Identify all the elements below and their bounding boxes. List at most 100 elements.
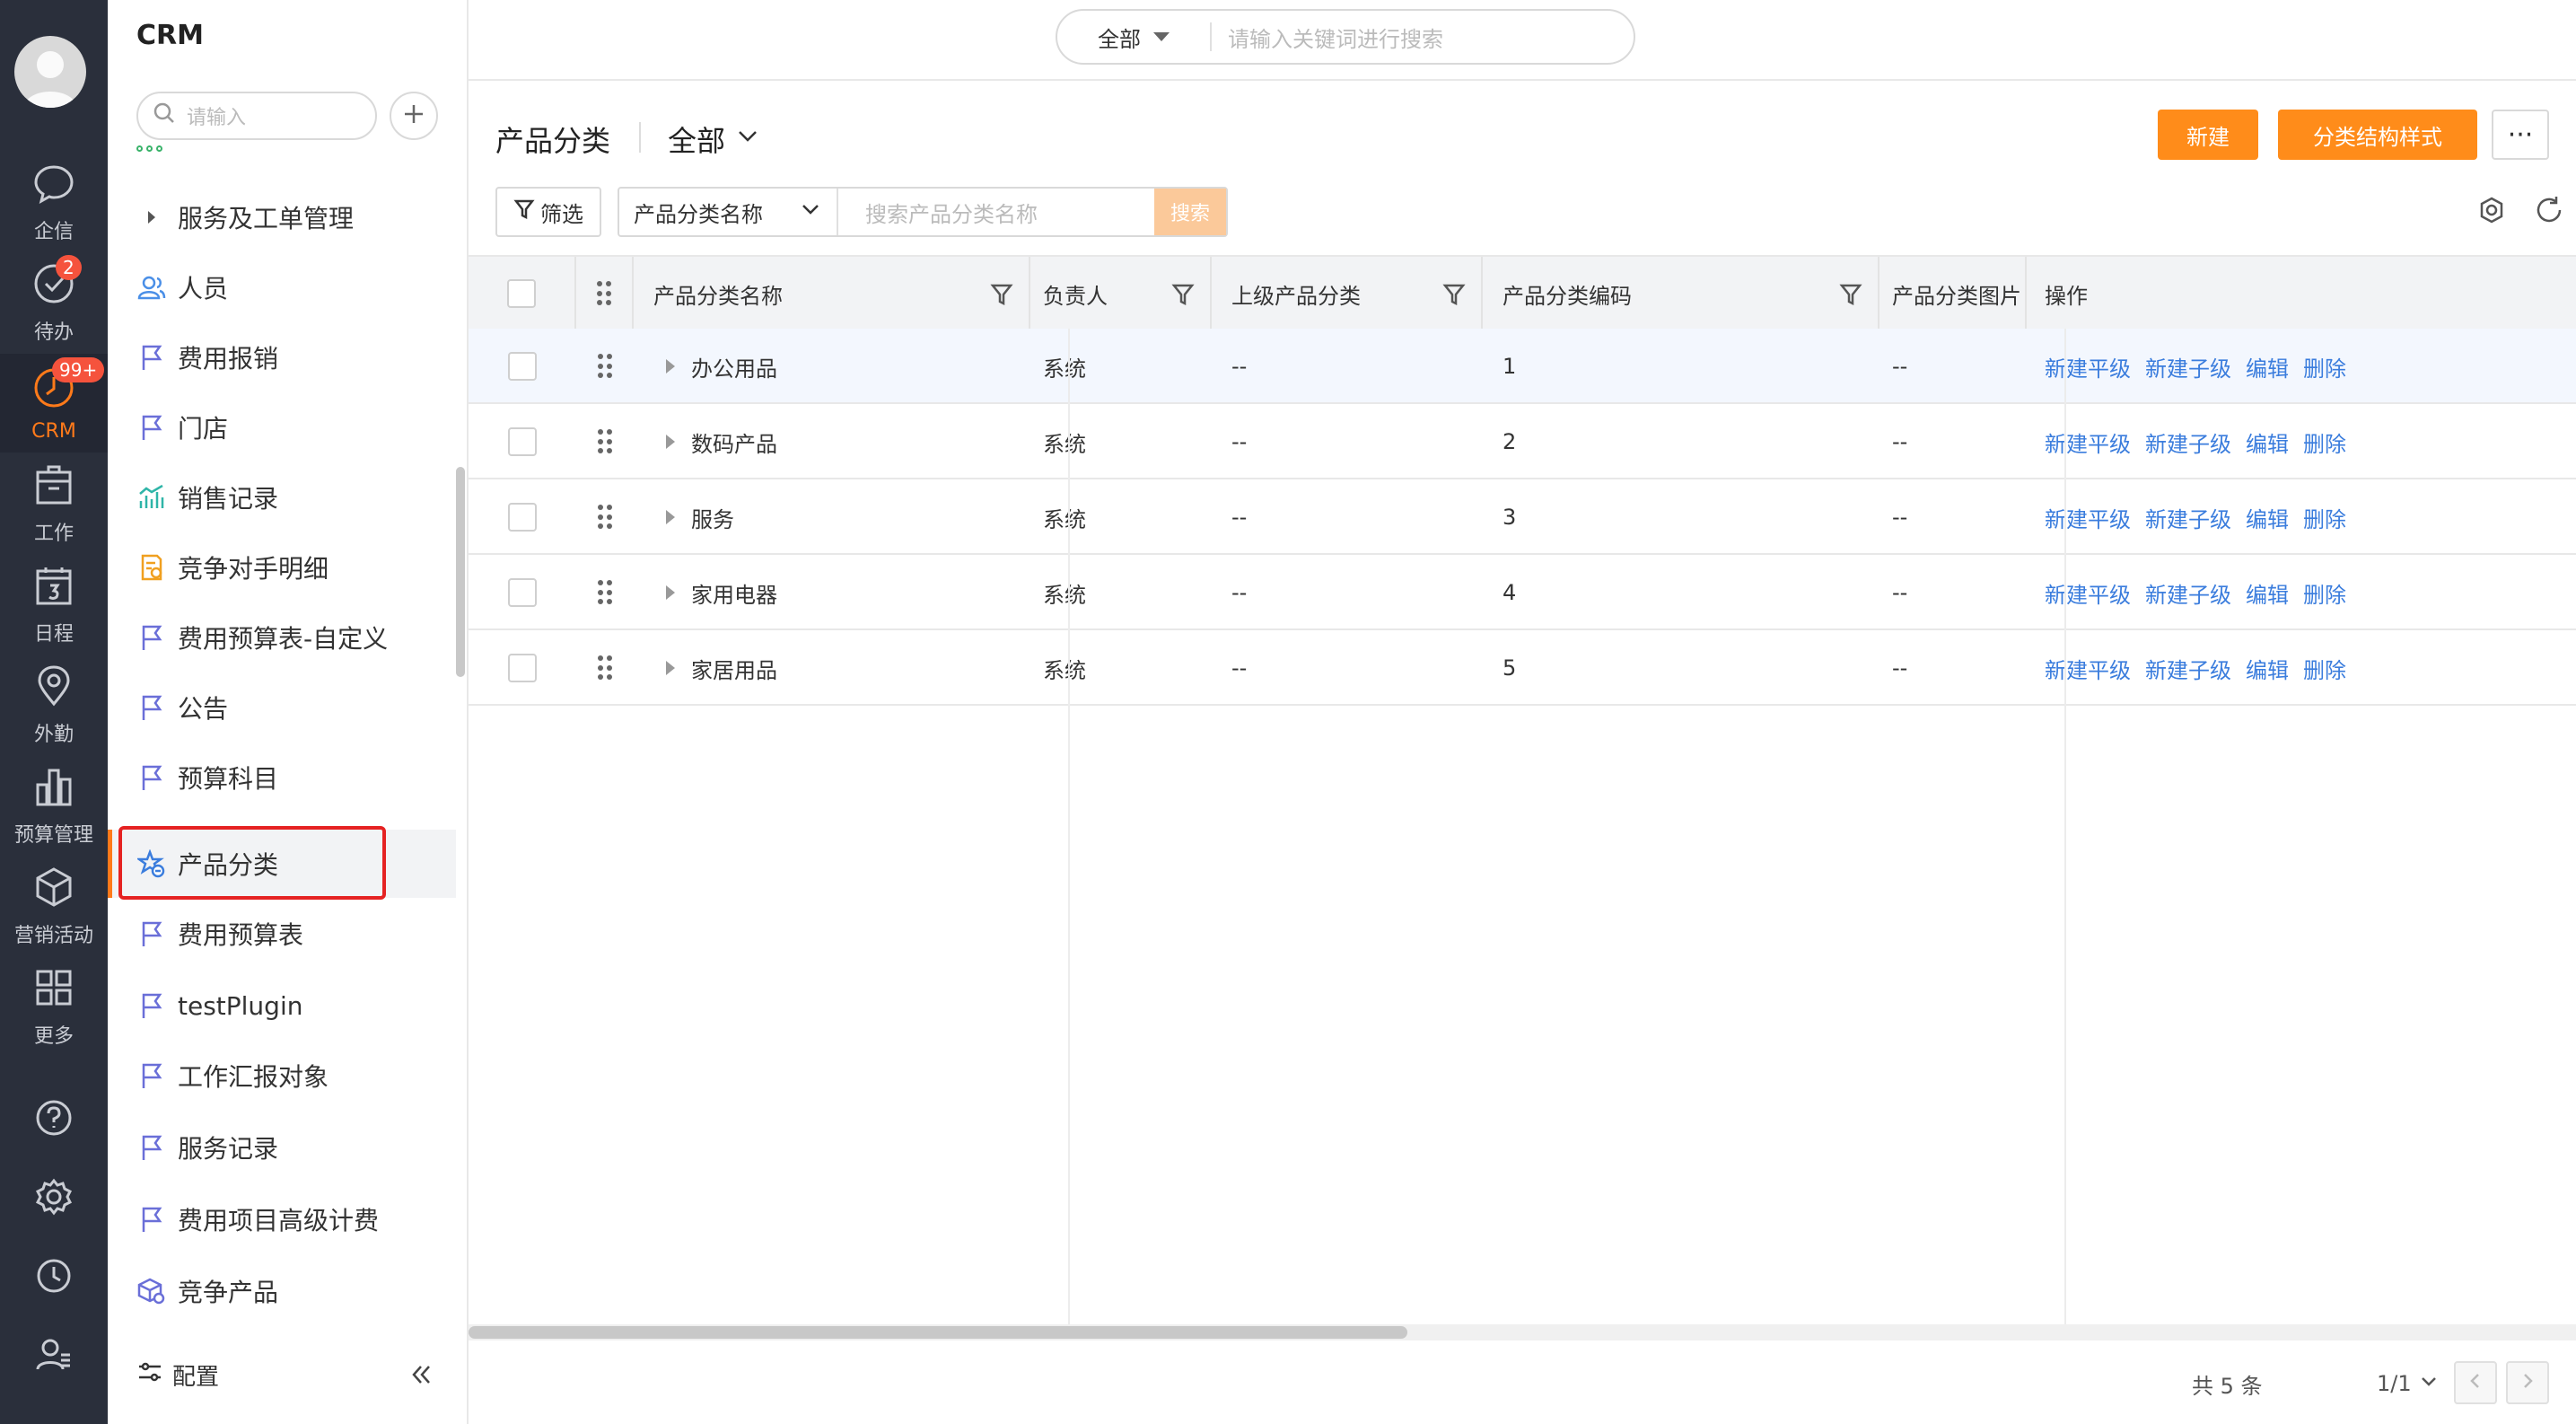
column-header-image[interactable]: 产品分类图片 <box>1879 257 2027 330</box>
sidebar-item-competitor-detail[interactable]: 竞争对手明细 <box>108 533 456 602</box>
new-child-link[interactable]: 新建子级 <box>2145 426 2231 458</box>
sidebar-item-people[interactable]: 人员 <box>108 253 456 321</box>
expand-row-icon[interactable] <box>666 435 675 449</box>
new-sibling-link[interactable]: 新建平级 <box>2045 502 2131 533</box>
global-search[interactable]: 全部 请输入关键词进行搜索 <box>1056 9 1635 65</box>
avatar[interactable] <box>14 36 86 108</box>
sidebar-item-service-record[interactable]: 服务记录 <box>108 1113 456 1182</box>
history-button[interactable] <box>0 1246 108 1309</box>
sidebar-config[interactable]: 配置 <box>108 1343 467 1406</box>
edit-link[interactable]: 编辑 <box>2246 577 2289 609</box>
more-button[interactable]: ··· <box>2492 110 2549 160</box>
sidebar-item-sales-record[interactable]: 销售记录 <box>108 463 456 532</box>
rail-item-work[interactable]: 工作 <box>0 454 108 553</box>
delete-link[interactable]: 删除 <box>2303 426 2346 458</box>
new-child-link[interactable]: 新建子级 <box>2145 351 2231 382</box>
new-sibling-link[interactable]: 新建平级 <box>2045 653 2131 684</box>
expand-row-icon[interactable] <box>666 661 675 675</box>
row-drag-cell[interactable] <box>576 404 634 479</box>
drag-handle-icon[interactable] <box>598 354 612 379</box>
delete-link[interactable]: 删除 <box>2303 502 2346 533</box>
rail-item-qixin[interactable]: 企信 <box>0 153 108 251</box>
rail-item-budget[interactable]: 预算管理 <box>0 756 108 855</box>
sidebar-item-budget-subject[interactable]: 预算科目 <box>108 743 456 812</box>
sidebar-item-testplugin[interactable]: testPlugin <box>108 971 456 1040</box>
column-filter-icon[interactable] <box>1838 282 1863 307</box>
drag-handle-icon[interactable] <box>598 505 612 530</box>
delete-link[interactable]: 删除 <box>2303 653 2346 684</box>
row-checkbox[interactable] <box>508 578 537 607</box>
settings-button[interactable] <box>0 1167 108 1230</box>
expand-row-icon[interactable] <box>666 510 675 524</box>
table-search-input[interactable]: 搜索产品分类名称 <box>838 197 1154 228</box>
column-filter-icon[interactable] <box>989 282 1014 307</box>
new-child-link[interactable]: 新建子级 <box>2145 502 2231 533</box>
horizontal-scrollbar[interactable] <box>469 1326 1407 1339</box>
filter-button[interactable]: 筛选 <box>495 187 601 237</box>
edit-link[interactable]: 编辑 <box>2246 653 2289 684</box>
column-header-code[interactable]: 产品分类编码 <box>1483 257 1879 330</box>
sidebar-item-report-target[interactable]: 工作汇报对象 <box>108 1042 456 1110</box>
rail-item-todo[interactable]: 待办 <box>0 253 108 352</box>
drag-handle-icon[interactable] <box>598 429 612 454</box>
sidebar-item-expense-advanced[interactable]: 费用项目高级计费 <box>108 1185 456 1253</box>
edit-link[interactable]: 编辑 <box>2246 426 2289 458</box>
row-drag-cell[interactable] <box>576 329 634 404</box>
search-scope-select[interactable]: 全部 <box>1057 22 1212 52</box>
table-row[interactable]: 服务 系统 -- 3 -- 新建平级 新建子级 编辑 删除 <box>469 479 2576 555</box>
column-header-name[interactable]: 产品分类名称 <box>634 257 1030 330</box>
page-select[interactable]: 1/1 <box>2377 1361 2439 1406</box>
sidebar-item-budget-custom[interactable]: 费用预算表-自定义 <box>108 603 456 672</box>
sidebar-item-product-category[interactable]: 产品分类 <box>108 830 456 898</box>
prev-page-button[interactable] <box>2454 1361 2497 1404</box>
refresh-button[interactable] <box>2533 194 2569 230</box>
collapse-sidebar-icon[interactable] <box>407 1361 434 1388</box>
delete-link[interactable]: 删除 <box>2303 351 2346 382</box>
new-sibling-link[interactable]: 新建平级 <box>2045 351 2131 382</box>
table-row[interactable]: 家用电器 系统 -- 4 -- 新建平级 新建子级 编辑 删除 <box>469 555 2576 630</box>
view-select[interactable]: 全部 <box>668 119 761 160</box>
sidebar-add-button[interactable] <box>390 92 438 140</box>
user-manage-button[interactable] <box>0 1325 108 1388</box>
search-field-select[interactable]: 产品分类名称 <box>619 189 838 235</box>
search-button[interactable]: 搜索 <box>1154 189 1226 235</box>
new-child-link[interactable]: 新建子级 <box>2145 653 2231 684</box>
drag-handle-icon[interactable] <box>598 655 612 681</box>
sidebar-scrollbar[interactable] <box>456 467 465 677</box>
sidebar-item-expense[interactable]: 费用报销 <box>108 323 456 391</box>
help-button[interactable] <box>0 1088 108 1151</box>
row-checkbox[interactable] <box>508 654 537 682</box>
row-checkbox[interactable] <box>508 503 537 532</box>
column-header-parent[interactable]: 上级产品分类 <box>1212 257 1483 330</box>
rail-item-schedule[interactable]: 日程 <box>0 555 108 654</box>
expand-row-icon[interactable] <box>666 359 675 374</box>
new-sibling-link[interactable]: 新建平级 <box>2045 577 2131 609</box>
drag-handle-icon[interactable] <box>598 580 612 605</box>
column-settings-button[interactable] <box>2475 194 2511 230</box>
edit-link[interactable]: 编辑 <box>2246 502 2289 533</box>
new-child-link[interactable]: 新建子级 <box>2145 577 2231 609</box>
expand-row-icon[interactable] <box>666 585 675 600</box>
row-checkbox[interactable] <box>508 427 537 456</box>
table-row[interactable]: 数码产品 系统 -- 2 -- 新建平级 新建子级 编辑 删除 <box>469 404 2576 479</box>
column-header-owner[interactable]: 负责人 <box>1030 257 1212 330</box>
sidebar-item-service-ticket[interactable]: 服务及工单管理 <box>108 183 456 251</box>
row-checkbox[interactable] <box>508 352 537 381</box>
row-drag-cell[interactable] <box>576 479 634 555</box>
sidebar-search-input[interactable]: 请输入 <box>136 92 377 140</box>
rail-item-field[interactable]: 外勤 <box>0 655 108 754</box>
table-row[interactable]: 家居用品 系统 -- 5 -- 新建平级 新建子级 编辑 删除 <box>469 630 2576 706</box>
new-button[interactable]: 新建 <box>2158 110 2258 160</box>
sidebar-item-store[interactable]: 门店 <box>108 393 456 461</box>
sidebar-item-competing-product[interactable]: 竞争产品 <box>108 1257 456 1325</box>
rail-item-more[interactable]: 更多 <box>0 957 108 1056</box>
row-drag-cell[interactable] <box>576 555 634 630</box>
new-sibling-link[interactable]: 新建平级 <box>2045 426 2131 458</box>
edit-link[interactable]: 编辑 <box>2246 351 2289 382</box>
column-filter-icon[interactable] <box>1441 282 1467 307</box>
sidebar-item-notice[interactable]: 公告 <box>108 673 456 742</box>
column-filter-icon[interactable] <box>1170 282 1196 307</box>
sidebar-item-budget-table[interactable]: 费用预算表 <box>108 900 456 968</box>
select-all-checkbox[interactable] <box>507 279 536 308</box>
row-drag-cell[interactable] <box>576 630 634 706</box>
